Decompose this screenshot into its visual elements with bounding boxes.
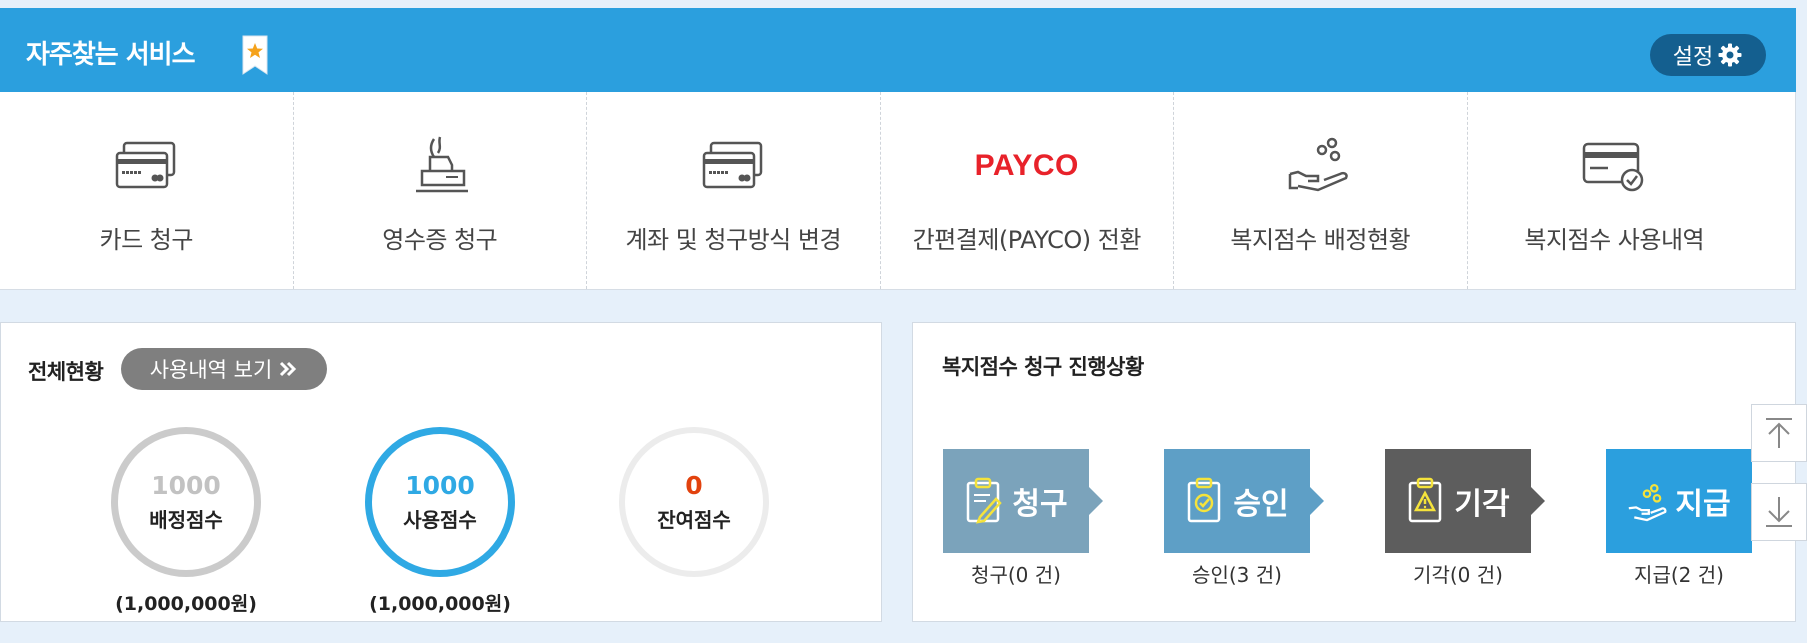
step-approved-name: 승인 — [1233, 487, 1289, 522]
service-change-account[interactable]: 계좌 및 청구방식 변경 — [587, 92, 881, 289]
used-score-amount: (1,000,000원) — [369, 593, 511, 615]
clipboard-check-icon — [1188, 477, 1221, 523]
clipboard-warning-icon — [1409, 477, 1442, 523]
step-rejected-name: 기각 — [1454, 487, 1510, 522]
receipt-icon — [400, 134, 480, 198]
step-approved[interactable]: 승인 — [1164, 449, 1324, 553]
settings-button[interactable]: 설정 — [1650, 34, 1766, 76]
step-arrow — [1089, 487, 1103, 515]
step-arrow — [1531, 487, 1545, 515]
allocated-score-caption: 배정점수 — [149, 508, 223, 532]
used-score-value: 1000 — [405, 471, 475, 500]
service-points-history[interactable]: 복지점수 사용내역 — [1468, 92, 1762, 289]
payco-logo: PAYCO — [975, 134, 1079, 198]
service-card-claim[interactable]: 카드 청구 — [0, 92, 294, 289]
service-label: 복지점수 배정현황 — [1230, 226, 1411, 254]
remaining-score-caption: 잔여점수 — [657, 508, 731, 532]
allocated-score-amount: (1,000,000원) — [115, 593, 257, 615]
favorites-title: 자주찾는 서비스 — [26, 40, 195, 70]
step-paid-count: 지급(2 건) — [1634, 563, 1724, 587]
overview-title: 전체현황 — [28, 360, 104, 384]
arrow-up-to-line-icon — [1766, 418, 1792, 448]
progress-title: 복지점수 청구 진행상황 — [942, 355, 1144, 379]
service-receipt-claim[interactable]: 영수증 청구 — [294, 92, 587, 289]
favorites-list: 카드 청구 영수증 청구 계좌 및 청구방식 변경 PAYCO 간편결제(PAY… — [0, 92, 1796, 290]
step-paid[interactable]: 지급 — [1606, 449, 1752, 553]
hand-coins-icon — [1280, 134, 1360, 198]
favorites-header: 자주찾는 서비스 설정 — [0, 8, 1796, 92]
scroll-bottom-button[interactable] — [1751, 483, 1807, 541]
step-claim-name: 청구 — [1012, 487, 1068, 522]
card-check-icon — [1574, 134, 1654, 198]
service-label: 카드 청구 — [99, 226, 194, 254]
remaining-score-value: 0 — [685, 471, 703, 500]
allocated-score-circle: 1000 배정점수 — [111, 427, 261, 577]
view-history-button[interactable]: 사용내역 보기 — [121, 348, 327, 390]
service-label: 영수증 청구 — [382, 226, 498, 254]
step-rejected[interactable]: 기각 — [1385, 449, 1545, 553]
settings-label: 설정 — [1672, 45, 1714, 70]
clipboard-pencil-icon — [967, 477, 1003, 524]
used-score-circle: 1000 사용점수 — [365, 427, 515, 577]
scroll-top-button[interactable] — [1751, 404, 1807, 462]
allocated-score-value: 1000 — [151, 471, 221, 500]
service-payco[interactable]: PAYCO 간편결제(PAYCO) 전환 — [881, 92, 1174, 289]
double-chevron-right-icon — [280, 361, 297, 377]
credit-card-icon — [106, 134, 186, 198]
overview-panel: 전체현황 사용내역 보기 1000 배정점수 (1,000,000원) 1000… — [0, 322, 882, 622]
step-approved-count: 승인(3 건) — [1192, 563, 1282, 587]
step-arrow — [1310, 487, 1324, 515]
step-claim-count: 청구(0 건) — [971, 563, 1061, 587]
service-label: 간편결제(PAYCO) 전환 — [912, 226, 1142, 254]
bookmark-star-icon — [242, 35, 268, 75]
arrow-down-to-line-icon — [1766, 497, 1792, 527]
service-label: 계좌 및 청구방식 변경 — [625, 226, 842, 254]
used-score-caption: 사용점수 — [403, 508, 477, 532]
credit-card-icon — [693, 134, 773, 198]
gear-icon — [1718, 43, 1742, 67]
hand-coins-icon — [1629, 483, 1667, 522]
view-history-label: 사용내역 보기 — [149, 358, 273, 382]
step-claim[interactable]: 청구 — [943, 449, 1103, 553]
remaining-score-circle: 0 잔여점수 — [619, 427, 769, 577]
claim-progress-panel: 복지점수 청구 진행상황 청구 청구(0 건) 승인 승인(3 건) 기각 기각… — [912, 322, 1796, 622]
payco-logo-text: PAYCO — [974, 149, 1079, 182]
step-rejected-count: 기각(0 건) — [1413, 563, 1503, 587]
service-points-allocation[interactable]: 복지점수 배정현황 — [1174, 92, 1468, 289]
service-label: 복지점수 사용내역 — [1524, 226, 1705, 254]
step-paid-name: 지급 — [1675, 487, 1731, 522]
